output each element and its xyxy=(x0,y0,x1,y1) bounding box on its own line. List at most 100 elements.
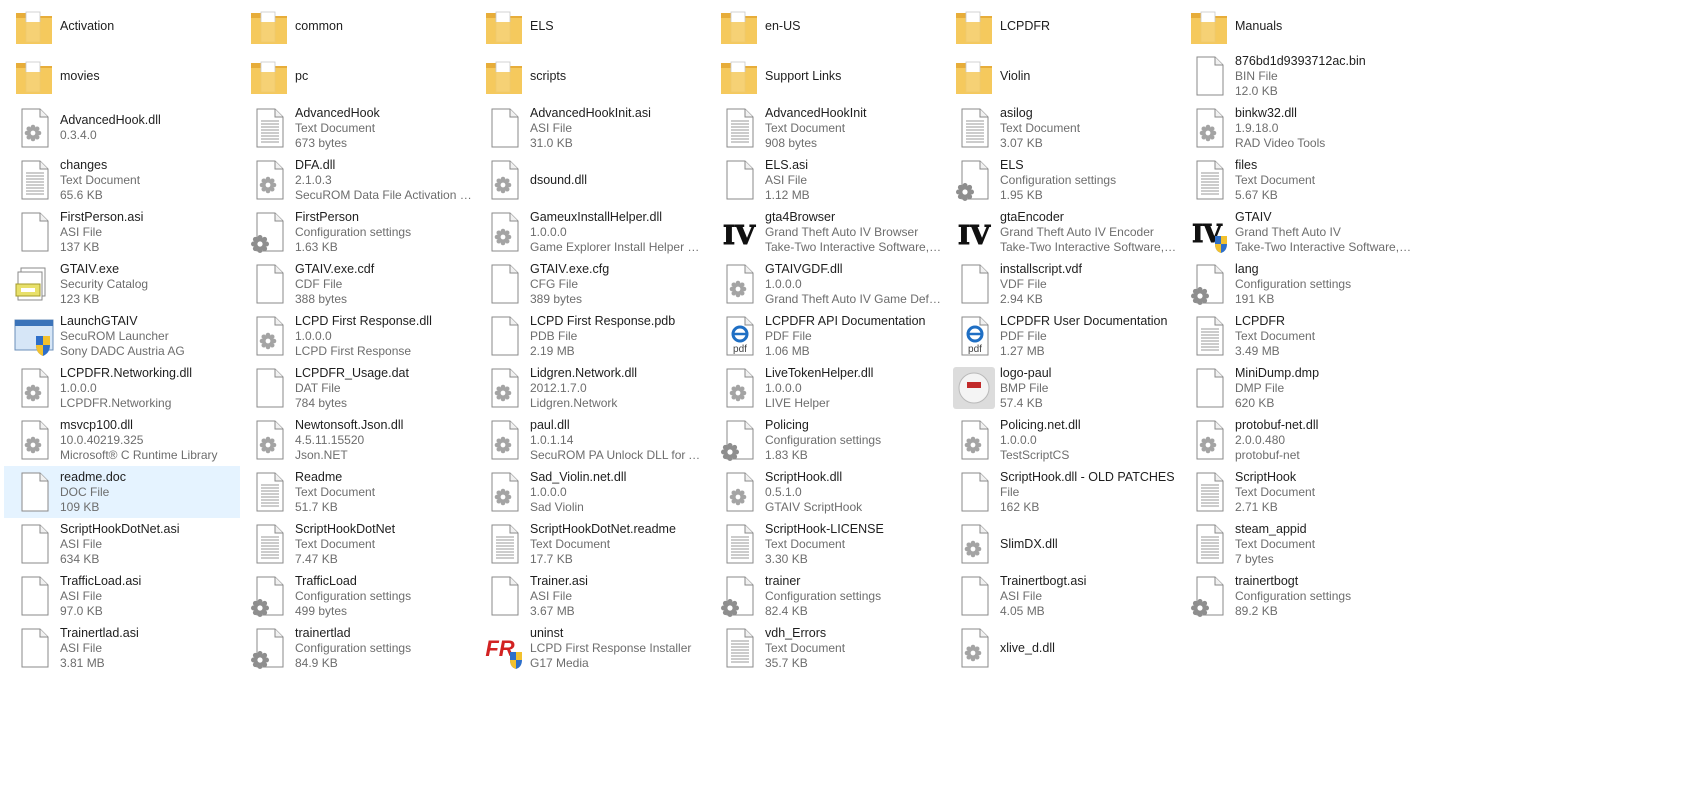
file-item[interactable]: ScriptHookDotNet Text Document 7.47 KB xyxy=(239,518,475,570)
file-item[interactable]: Policing Configuration settings 1.83 KB xyxy=(709,414,945,466)
file-detail: 137 KB xyxy=(60,239,100,254)
file-item[interactable]: steam_appid Text Document 7 bytes xyxy=(1179,518,1415,570)
file-item[interactable]: Trainertbogt.asi ASI File 4.05 MB xyxy=(944,570,1180,622)
file-item[interactable]: LiveTokenHelper.dll 1.0.0.0 LIVE Helper xyxy=(709,362,945,414)
blank-file-icon xyxy=(717,158,761,202)
file-item[interactable]: LCPDFR Text Document 3.49 MB xyxy=(1179,310,1415,362)
file-item[interactable]: Support Links xyxy=(709,50,945,102)
file-item[interactable]: Violin xyxy=(944,50,1180,102)
file-item[interactable]: protobuf-net.dll 2.0.0.480 protobuf-net xyxy=(1179,414,1415,466)
file-item[interactable]: lang Configuration settings 191 KB xyxy=(1179,258,1415,310)
file-item[interactable]: Sad_Violin.net.dll 1.0.0.0 Sad Violin xyxy=(474,466,710,518)
file-item[interactable]: GTAIV.exe.cfg CFG File 389 bytes xyxy=(474,258,710,310)
file-item[interactable]: GTAIV.exe.cdf CDF File 388 bytes xyxy=(239,258,475,310)
file-item[interactable]: TrafficLoad Configuration settings 499 byt… xyxy=(239,570,475,622)
file-item[interactable]: readme.doc DOC File 109 KB xyxy=(4,466,240,518)
file-item[interactable]: AdvancedHookInit.asi ASI File 31.0 KB xyxy=(474,102,710,154)
file-item[interactable]: Manuals xyxy=(1179,0,1415,52)
file-detail: 31.0 KB xyxy=(530,135,573,150)
file-name: vdh_Errors xyxy=(765,625,827,640)
file-item[interactable]: pc xyxy=(239,50,475,102)
file-item[interactable]: changes Text Document 65.6 KB xyxy=(4,154,240,206)
file-item[interactable]: AdvancedHook Text Document 673 bytes xyxy=(239,102,475,154)
file-item[interactable]: pdf LCPDFR API Documentation PDF File 1.06 … xyxy=(709,310,945,362)
file-item-text: ScriptHookDotNet.asi ASI File 634 KB xyxy=(60,518,238,570)
file-item[interactable]: LCPD First Response.dll 1.0.0.0 LCPD First… xyxy=(239,310,475,362)
file-detail: 620 KB xyxy=(1235,395,1275,410)
file-item[interactable]: LaunchGTAIV SecuROM Launcher Sony DADC Aus… xyxy=(4,310,240,362)
file-item[interactable]: Trainertlad.asi ASI File 3.81 MB xyxy=(4,622,240,674)
file-item[interactable]: IV GTAIV Grand Theft Auto IV Take-Two Inter… xyxy=(1179,206,1415,258)
file-item[interactable]: xlive_d.dll xyxy=(944,622,1180,674)
file-detail: 673 bytes xyxy=(295,135,348,150)
file-name: LCPDFR.Networking.dll xyxy=(60,365,192,380)
file-item[interactable]: asilog Text Document 3.07 KB xyxy=(944,102,1180,154)
file-item[interactable]: DFA.dll 2.1.0.3 SecuROM Data File Activati… xyxy=(239,154,475,206)
file-item[interactable]: Newtonsoft.Json.dll 4.5.11.15520 Json.NET xyxy=(239,414,475,466)
file-item[interactable]: ELS.asi ASI File 1.12 MB xyxy=(709,154,945,206)
file-item-text: ScriptHook-LICENSE Text Document 3.30 KB xyxy=(765,518,943,570)
file-name: LaunchGTAIV xyxy=(60,313,138,328)
security-catalog-icon xyxy=(12,262,56,306)
file-item[interactable]: msvcp100.dll 10.0.40219.325 Microsoft® C R… xyxy=(4,414,240,466)
file-type: Text Document xyxy=(295,484,376,499)
file-item[interactable]: GTAIV.exe Security Catalog 123 KB xyxy=(4,258,240,310)
file-item[interactable]: ScriptHook Text Document 2.71 KB xyxy=(1179,466,1415,518)
file-item[interactable]: Readme Text Document 51.7 KB xyxy=(239,466,475,518)
file-item[interactable]: trainertbogt Configuration settings 89.2 K… xyxy=(1179,570,1415,622)
file-name: LCPDFR User Documentation xyxy=(1000,313,1168,328)
file-item-text: LCPD First Response.pdb PDB File 2.19 MB xyxy=(530,310,708,362)
file-item[interactable]: movies xyxy=(4,50,240,102)
file-item[interactable]: Policing.net.dll 1.0.0.0 TestScriptCS xyxy=(944,414,1180,466)
file-detail: GTAIV ScriptHook xyxy=(765,499,863,514)
file-item[interactable]: ELS Configuration settings 1.95 KB xyxy=(944,154,1180,206)
file-item[interactable]: installscript.vdf VDF File 2.94 KB xyxy=(944,258,1180,310)
file-item[interactable]: LCPDFR_Usage.dat DAT File 784 bytes xyxy=(239,362,475,414)
file-item[interactable]: LCPD First Response.pdb PDB File 2.19 MB xyxy=(474,310,710,362)
file-item[interactable]: logo-paul BMP File 57.4 KB xyxy=(944,362,1180,414)
file-item[interactable]: IV gta4Browser Grand Theft Auto IV Browser… xyxy=(709,206,945,258)
file-item[interactable]: ScriptHookDotNet.readme Text Document 17.7… xyxy=(474,518,710,570)
file-item[interactable]: common xyxy=(239,0,475,52)
file-item[interactable]: MiniDump.dmp DMP File 620 KB xyxy=(1179,362,1415,414)
file-item[interactable]: ScriptHook.dll - OLD PATCHES File 162 KB xyxy=(944,466,1180,518)
file-item[interactable]: en-US xyxy=(709,0,945,52)
file-item[interactable]: Activation xyxy=(4,0,240,52)
file-item[interactable]: LCPDFR.Networking.dll 1.0.0.0 LCPDFR.Netwo… xyxy=(4,362,240,414)
file-item[interactable]: AdvancedHook.dll 0.3.4.0 xyxy=(4,102,240,154)
file-item[interactable]: 876bd1d9393712ac.bin BIN File 12.0 KB xyxy=(1179,50,1415,102)
file-item[interactable]: ScriptHookDotNet.asi ASI File 634 KB xyxy=(4,518,240,570)
file-name: GTAIVGDF.dll xyxy=(765,261,843,276)
file-item[interactable]: trainertlad Configuration settings 84.9 KB xyxy=(239,622,475,674)
file-item[interactable]: Lidgren.Network.dll 2012.1.7.0 Lidgren.Net… xyxy=(474,362,710,414)
file-item[interactable]: paul.dll 1.0.1.14 SecuROM PA Unlock DLL fo… xyxy=(474,414,710,466)
file-item[interactable]: GameuxInstallHelper.dll 1.0.0.0 Game Explo… xyxy=(474,206,710,258)
file-item[interactable]: trainer Configuration settings 82.4 KB xyxy=(709,570,945,622)
file-item[interactable]: FirstPerson Configuration settings 1.63 KB xyxy=(239,206,475,258)
file-item[interactable]: TrafficLoad.asi ASI File 97.0 KB xyxy=(4,570,240,622)
file-name: AdvancedHookInit xyxy=(765,105,867,120)
file-item[interactable]: GTAIVGDF.dll 1.0.0.0 Grand Theft Auto IV G… xyxy=(709,258,945,310)
file-item[interactable]: IV gtaEncoder Grand Theft Auto IV Encoder T… xyxy=(944,206,1180,258)
file-name: FirstPerson.asi xyxy=(60,209,144,224)
file-item[interactable]: ELS xyxy=(474,0,710,52)
file-item[interactable]: vdh_Errors Text Document 35.7 KB xyxy=(709,622,945,674)
text-file-icon xyxy=(247,470,291,514)
file-type: Configuration settings xyxy=(765,432,882,447)
file-item[interactable]: dsound.dll xyxy=(474,154,710,206)
blank-file-icon xyxy=(12,574,56,618)
file-item[interactable]: files Text Document 5.67 KB xyxy=(1179,154,1415,206)
file-item[interactable]: SlimDX.dll xyxy=(944,518,1180,570)
file-item[interactable]: LCPDFR xyxy=(944,0,1180,52)
file-item-text: Sad_Violin.net.dll 1.0.0.0 Sad Violin xyxy=(530,466,708,518)
file-item[interactable]: binkw32.dll 1.9.18.0 RAD Video Tools xyxy=(1179,102,1415,154)
file-item[interactable]: FirstPerson.asi ASI File 137 KB xyxy=(4,206,240,258)
file-item[interactable]: pdf LCPDFR User Documentation PDF File 1.27… xyxy=(944,310,1180,362)
file-detail: 3.49 MB xyxy=(1235,343,1280,358)
file-item[interactable]: FR uninst LCPD First Response Installer G17… xyxy=(474,622,710,674)
file-item[interactable]: Trainer.asi ASI File 3.67 MB xyxy=(474,570,710,622)
file-item[interactable]: ScriptHook-LICENSE Text Document 3.30 KB xyxy=(709,518,945,570)
file-item[interactable]: ScriptHook.dll 0.5.1.0 GTAIV ScriptHook xyxy=(709,466,945,518)
file-item[interactable]: AdvancedHookInit Text Document 908 bytes xyxy=(709,102,945,154)
file-item[interactable]: scripts xyxy=(474,50,710,102)
